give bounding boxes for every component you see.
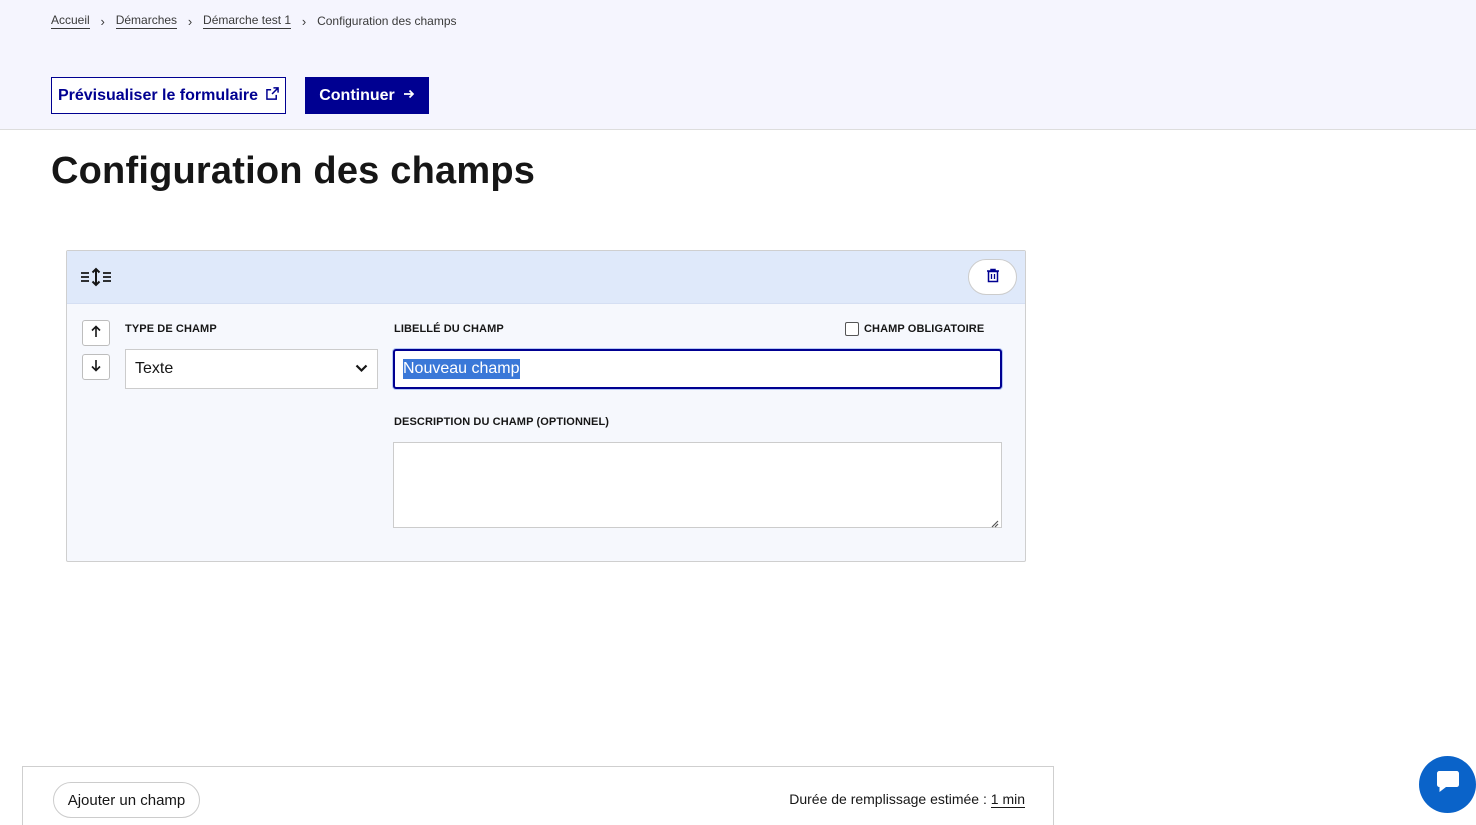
resize-handle-icon[interactable] [989, 515, 999, 528]
arrow-up-icon [90, 325, 102, 341]
arrow-down-icon [90, 359, 102, 375]
field-label-value: Nouveau champ [403, 359, 520, 379]
chevron-right-icon: › [301, 13, 307, 29]
external-link-icon [266, 86, 279, 105]
chevron-down-icon [355, 360, 368, 378]
breadcrumb-link-demarches[interactable]: Démarches [115, 13, 178, 29]
continue-button[interactable]: Continuer [305, 77, 429, 114]
chevron-right-icon: › [187, 13, 193, 29]
drag-handle-icon[interactable] [80, 267, 114, 287]
field-label-input[interactable]: Nouveau champ [393, 349, 1002, 389]
move-down-button[interactable] [82, 354, 110, 380]
preview-form-button[interactable]: Prévisualiser le formulaire [51, 77, 286, 114]
duration-value[interactable]: 1 min [990, 791, 1025, 808]
preview-form-label: Prévisualiser le formulaire [57, 86, 259, 104]
field-description-label: DESCRIPTION DU CHAMP (OPTIONNEL) [394, 416, 610, 428]
trash-icon [986, 268, 1000, 286]
breadcrumb-current: Configuration des champs [317, 14, 457, 28]
field-description-textarea[interactable] [393, 442, 1002, 528]
required-label: CHAMP OBLIGATOIRE [864, 323, 985, 335]
breadcrumb-link-accueil[interactable]: Accueil [51, 13, 90, 29]
add-field-button[interactable]: Ajouter un champ [53, 782, 200, 818]
footer-bar: Ajouter un champ Durée de remplissage es… [22, 766, 1054, 825]
chat-bubble-icon [1434, 769, 1462, 800]
move-up-button[interactable] [82, 320, 110, 346]
page-title: Configuration des champs [51, 150, 536, 192]
required-checkbox[interactable] [845, 322, 859, 336]
field-type-label: TYPE DE CHAMP [125, 323, 217, 335]
duration-prefix: Durée de remplissage estimée : [789, 791, 991, 807]
field-card: TYPE DE CHAMP Texte LIBELLÉ DU CHAMP CHA… [66, 250, 1026, 562]
field-card-header [67, 251, 1025, 304]
required-checkbox-wrap[interactable]: CHAMP OBLIGATOIRE [845, 322, 984, 336]
top-band: Accueil › Démarches › Démarche test 1 › … [0, 0, 1476, 130]
field-type-select[interactable]: Texte [125, 349, 378, 389]
field-label-label: LIBELLÉ DU CHAMP [394, 323, 504, 335]
breadcrumb: Accueil › Démarches › Démarche test 1 › … [51, 13, 457, 29]
field-type-value: Texte [135, 360, 174, 377]
continue-label: Continuer [319, 86, 395, 104]
delete-field-button[interactable] [968, 259, 1017, 295]
chat-button[interactable] [1419, 756, 1476, 813]
arrow-right-icon [403, 87, 415, 105]
chevron-right-icon: › [100, 13, 105, 29]
estimated-duration: Durée de remplissage estimée : 1 min [789, 791, 1025, 808]
breadcrumb-link-demarche-test[interactable]: Démarche test 1 [203, 13, 292, 29]
